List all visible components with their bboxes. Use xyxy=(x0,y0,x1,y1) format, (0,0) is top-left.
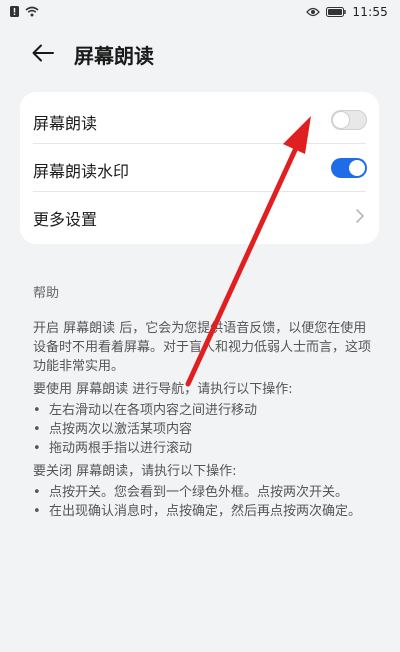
toggle-knob xyxy=(349,160,365,176)
header: 屏幕朗读 xyxy=(0,30,400,76)
status-left xyxy=(10,6,39,17)
setting-label-screen-reader: 屏幕朗读 xyxy=(33,114,98,133)
help-use-item: 拖动两根手指以进行滚动 xyxy=(49,441,193,456)
help-use-item: 左右滑动以在各项内容之间进行移动 xyxy=(49,403,258,418)
screen-reader-toggle[interactable] xyxy=(331,110,367,130)
status-right: 11:55 xyxy=(306,5,388,19)
setting-row-screen-reader[interactable]: 屏幕朗读 xyxy=(20,96,379,144)
setting-row-watermark[interactable]: 屏幕朗读水印 xyxy=(20,144,379,192)
help-close-item: 在出现确认消息时，点按确定，然后再点按两次确定。 xyxy=(49,504,362,519)
setting-row-more-settings[interactable]: 更多设置 xyxy=(20,192,379,240)
bullet-dot: • xyxy=(33,485,41,500)
setting-label-more-settings: 更多设置 xyxy=(33,210,98,229)
bullet-dot: • xyxy=(33,422,41,437)
bullet-dot: • xyxy=(33,441,41,456)
chevron-right-icon xyxy=(356,209,364,223)
help-close-heading: 要关闭 屏幕朗读，请执行以下操作: xyxy=(33,464,237,479)
status-bar: 11:55 xyxy=(0,0,400,26)
watermark-toggle[interactable] xyxy=(331,158,367,178)
list-item: • 拖动两根手指以进行滚动 xyxy=(33,439,378,458)
list-item: • 点按开关。您会看到一个绿色外框。点按两次开关。 xyxy=(33,483,378,502)
status-time: 11:55 xyxy=(352,5,388,19)
eye-comfort-icon xyxy=(306,7,321,17)
page-title: 屏幕朗读 xyxy=(74,44,154,68)
battery-icon xyxy=(326,7,347,17)
bullet-dot: • xyxy=(33,403,41,418)
help-section: 帮助 开启 屏幕朗读 后，它会为您提供语音反馈，以便您在使用设备时不用看着屏幕。… xyxy=(33,284,378,521)
back-button[interactable] xyxy=(30,40,56,66)
back-arrow-icon xyxy=(32,44,54,62)
bullet-dot: • xyxy=(33,504,41,519)
setting-label-watermark: 屏幕朗读水印 xyxy=(33,162,130,181)
alert-notification-icon xyxy=(10,6,19,17)
toggle-knob xyxy=(333,112,349,128)
help-intro: 开启 屏幕朗读 后，它会为您提供语音反馈，以便您在使用设备时不用看着屏幕。对于盲… xyxy=(33,321,372,374)
help-title: 帮助 xyxy=(33,286,60,301)
list-item: • 左右滑动以在各项内容之间进行移动 xyxy=(33,401,378,420)
settings-card: 屏幕朗读 屏幕朗读水印 更多设置 xyxy=(20,92,379,244)
help-use-heading: 要使用 屏幕朗读 进行导航，请执行以下操作: xyxy=(33,382,293,397)
wifi-icon xyxy=(25,6,39,17)
list-item: • 在出现确认消息时，点按确定，然后再点按两次确定。 xyxy=(33,502,378,521)
help-close-item: 点按开关。您会看到一个绿色外框。点按两次开关。 xyxy=(49,485,349,500)
help-use-item: 点按两次以激活某项内容 xyxy=(49,422,193,437)
list-item: • 点按两次以激活某项内容 xyxy=(33,420,378,439)
